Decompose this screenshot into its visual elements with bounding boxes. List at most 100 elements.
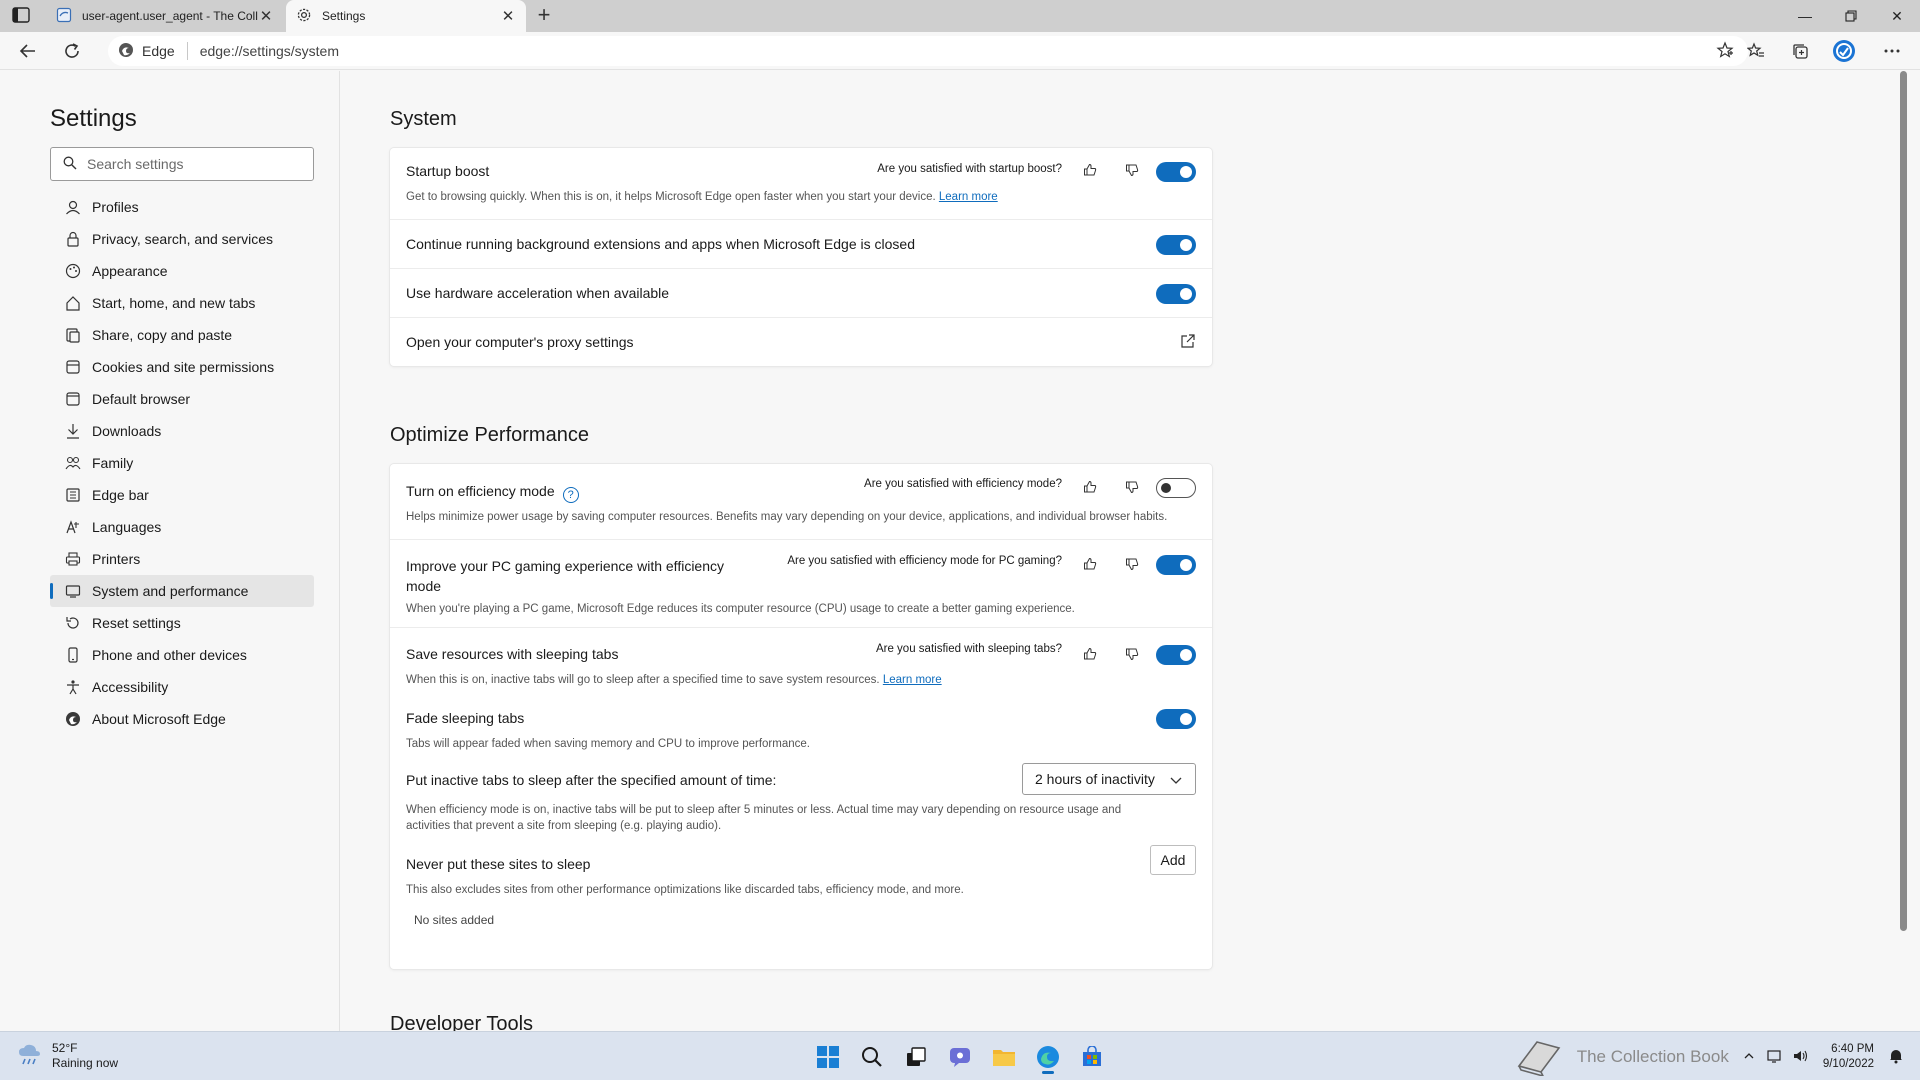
- sidebar-item-family[interactable]: Family: [50, 447, 314, 479]
- inactive-time-value: 2 hours of inactivity: [1035, 771, 1155, 787]
- back-arrow-icon[interactable]: [14, 37, 42, 65]
- tab-actions-icon[interactable]: [12, 7, 34, 25]
- profile-avatar-icon[interactable]: [1830, 37, 1858, 65]
- sidebar-item-downloads[interactable]: Downloads: [50, 415, 314, 447]
- weather-temp: 52°F: [52, 1040, 78, 1055]
- sidebar-item-label: Printers: [92, 551, 141, 567]
- fade-sleeping-tabs-toggle[interactable]: [1156, 709, 1196, 729]
- sidebar-item-reset-settings[interactable]: Reset settings: [50, 607, 314, 639]
- thumbs-down-icon[interactable]: [1122, 477, 1142, 497]
- sidebar-item-start-home-and-new-tabs[interactable]: Start, home, and new tabs: [50, 287, 314, 319]
- hardware-acceleration-toggle[interactable]: [1156, 284, 1196, 304]
- thumbs-up-icon[interactable]: [1080, 160, 1100, 180]
- inactive-time-select[interactable]: 2 hours of inactivity: [1022, 763, 1196, 795]
- store-icon[interactable]: [1075, 1040, 1109, 1074]
- hardware-acceleration-row: Use hardware acceleration when available: [390, 269, 1212, 318]
- startup-boost-toggle[interactable]: [1156, 162, 1196, 182]
- sidebar-item-share-copy-and-paste[interactable]: Share, copy and paste: [50, 319, 314, 351]
- site-name: Edge: [142, 43, 175, 59]
- printer-icon: [64, 550, 82, 568]
- sleeping-tabs-title: Save resources with sleeping tabs: [406, 646, 619, 662]
- thumbs-down-icon[interactable]: [1122, 160, 1142, 180]
- more-menu-icon[interactable]: [1878, 37, 1906, 65]
- efficiency-mode-row: Turn on efficiency mode? Are you satisfi…: [390, 464, 1212, 540]
- refresh-icon[interactable]: [58, 37, 86, 65]
- sidebar-item-system-and-performance[interactable]: System and performance: [50, 575, 314, 607]
- sidebar-item-accessibility[interactable]: Accessibility: [50, 671, 314, 703]
- external-link-icon[interactable]: [1180, 333, 1196, 349]
- tab-close-icon[interactable]: ✕: [500, 7, 516, 25]
- sidebar-item-edge-bar[interactable]: Edge bar: [50, 479, 314, 511]
- tab-title: user-agent.user_agent - The Coll: [82, 9, 258, 23]
- address-bar[interactable]: Edge edge://settings/system: [108, 36, 1748, 66]
- sleeping-tabs-toggle[interactable]: [1156, 645, 1196, 665]
- scrollbar[interactable]: [1898, 71, 1909, 1031]
- home-icon: [64, 294, 82, 312]
- sidebar-item-default-browser[interactable]: Default browser: [50, 383, 314, 415]
- thumbs-down-icon[interactable]: [1122, 554, 1142, 574]
- sidebar-item-label: Family: [92, 455, 134, 471]
- add-site-button[interactable]: Add: [1150, 845, 1196, 875]
- minimize-icon[interactable]: —: [1782, 0, 1828, 32]
- restore-icon[interactable]: [1828, 0, 1874, 32]
- sidebar-item-appearance[interactable]: Appearance: [50, 255, 314, 287]
- tab-close-icon[interactable]: ✕: [258, 7, 274, 25]
- search-settings-input[interactable]: [87, 156, 297, 172]
- background-apps-toggle[interactable]: [1156, 235, 1196, 255]
- new-tab-button[interactable]: +: [532, 4, 556, 28]
- chevron-up-icon[interactable]: [1743, 1050, 1755, 1065]
- efficiency-mode-toggle[interactable]: [1156, 478, 1196, 498]
- sidebar-item-printers[interactable]: Printers: [50, 543, 314, 575]
- proxy-settings-row[interactable]: Open your computer's proxy settings: [390, 318, 1212, 366]
- lock-icon: [64, 230, 82, 248]
- clock[interactable]: 6:40 PM 9/10/2022: [1823, 1042, 1874, 1072]
- startup-boost-title: Startup boost: [406, 163, 490, 179]
- system-tray: The Collection Book 6:40 PM 9/10/2022: [1513, 1040, 1904, 1077]
- tab-settings[interactable]: Settings ✕: [286, 0, 526, 32]
- search-icon[interactable]: [855, 1040, 889, 1074]
- learn-more-link[interactable]: Learn more: [939, 191, 998, 203]
- task-view-icon[interactable]: [899, 1040, 933, 1074]
- sidebar-item-label: About Microsoft Edge: [92, 711, 226, 727]
- network-icon[interactable]: [1767, 1049, 1783, 1066]
- gaming-efficiency-desc: When you're playing a PC game, Microsoft…: [406, 603, 1075, 615]
- file-explorer-icon[interactable]: [987, 1040, 1021, 1074]
- chat-icon[interactable]: [943, 1040, 977, 1074]
- sidebar-item-cookies-and-site-permissions[interactable]: Cookies and site permissions: [50, 351, 314, 383]
- thumbs-up-icon[interactable]: [1080, 554, 1100, 574]
- sidebar-item-label: Phone and other devices: [92, 647, 247, 663]
- startup-boost-desc: Get to browsing quickly. When this is on…: [406, 191, 998, 203]
- fade-sleeping-tabs-title: Fade sleeping tabs: [406, 710, 525, 726]
- help-icon[interactable]: ?: [562, 487, 579, 503]
- never-sleep-title: Never put these sites to sleep: [406, 856, 591, 872]
- notification-icon[interactable]: [1888, 1048, 1904, 1067]
- thumbs-up-icon[interactable]: [1080, 644, 1100, 664]
- weather-widget[interactable]: 52°F Raining now: [16, 1040, 118, 1071]
- thumbs-down-icon[interactable]: [1122, 644, 1142, 664]
- gaming-efficiency-toggle[interactable]: [1156, 555, 1196, 575]
- settings-nav-list: Profiles Privacy, search, and services App…: [50, 191, 314, 735]
- sidebar-item-label: Reset settings: [92, 615, 181, 631]
- thumbs-up-icon[interactable]: [1080, 477, 1100, 497]
- book-logo-icon: [1513, 1036, 1567, 1079]
- optimize-card: Turn on efficiency mode? Are you satisfi…: [390, 464, 1212, 969]
- search-settings-box[interactable]: [50, 147, 314, 181]
- learn-more-link[interactable]: Learn more: [883, 674, 942, 686]
- add-favorite-icon[interactable]: [1716, 41, 1734, 62]
- scrollbar-thumb[interactable]: [1900, 71, 1907, 931]
- startup-boost-feedback: Are you satisfied with startup boost?: [877, 163, 1062, 175]
- sidebar-item-phone-and-other-devices[interactable]: Phone and other devices: [50, 639, 314, 671]
- collections-icon[interactable]: [1786, 37, 1814, 65]
- sidebar-item-profiles[interactable]: Profiles: [50, 191, 314, 223]
- tab-user-agent[interactable]: user-agent.user_agent - The Coll ✕: [46, 0, 284, 32]
- sidebar-item-privacy-search-and-services[interactable]: Privacy, search, and services: [50, 223, 314, 255]
- sidebar-item-languages[interactable]: Languages: [50, 511, 314, 543]
- start-icon[interactable]: [811, 1040, 845, 1074]
- clock-time: 6:40 PM: [1831, 1043, 1874, 1055]
- url-text[interactable]: edge://settings/system: [200, 43, 339, 59]
- volume-icon[interactable]: [1793, 1049, 1809, 1066]
- sidebar-item-about-microsoft-edge[interactable]: About Microsoft Edge: [50, 703, 314, 735]
- close-window-icon[interactable]: ✕: [1874, 0, 1920, 32]
- favorites-icon[interactable]: [1742, 37, 1770, 65]
- edge-icon[interactable]: [1031, 1040, 1065, 1074]
